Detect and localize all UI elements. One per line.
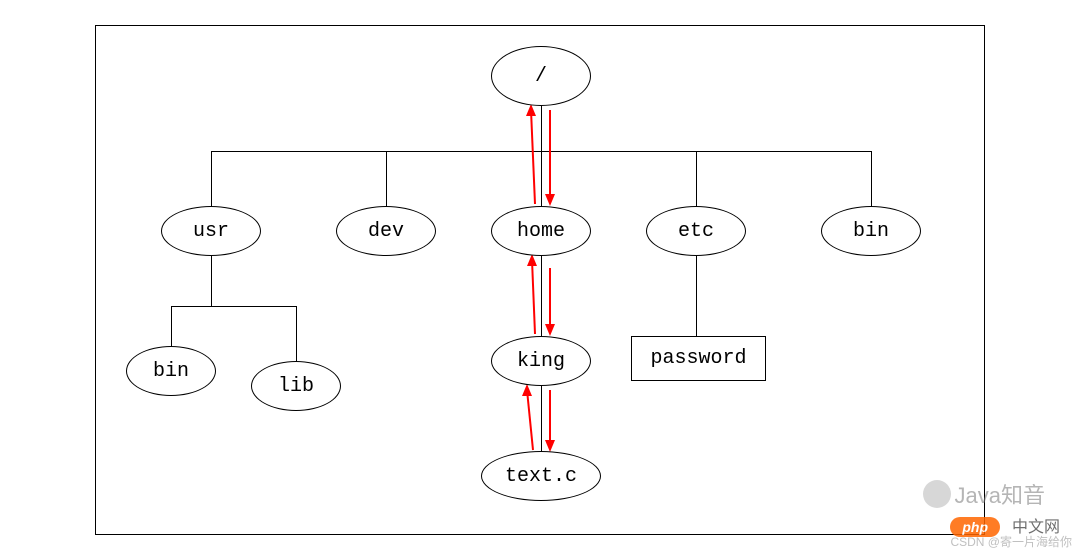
node-bin-usr: bin — [126, 346, 216, 396]
edge-king-textc — [541, 386, 542, 451]
node-home-label: home — [517, 220, 565, 243]
watermark-csdn: CSDN @寄一片海给你 — [950, 534, 1072, 551]
edge-usr-stem — [211, 256, 212, 306]
node-lib-label: lib — [278, 375, 314, 398]
diagram-frame: / usr dev home etc bin bin lib king text… — [95, 25, 985, 535]
node-bin-root-label: bin — [853, 220, 889, 243]
arrow-down-root-home — [544, 108, 558, 208]
edge-home-king — [541, 256, 542, 336]
wechat-icon — [923, 480, 951, 508]
edge-drop-bin — [871, 151, 872, 206]
edge-drop-dev — [386, 151, 387, 206]
node-root: / — [491, 46, 591, 106]
node-etc: etc — [646, 206, 746, 256]
node-usr: usr — [161, 206, 261, 256]
arrow-down-king-textc — [544, 388, 558, 454]
node-home: home — [491, 206, 591, 256]
node-dev-label: dev — [368, 220, 404, 243]
edge-drop-etc — [696, 151, 697, 206]
node-lib: lib — [251, 361, 341, 411]
arrow-up-king-textc — [521, 384, 537, 454]
node-usr-label: usr — [193, 220, 229, 243]
arrow-up-home-king — [526, 254, 540, 338]
watermark-java-text: Java知音 — [955, 478, 1045, 510]
arrow-up-root-home — [524, 104, 542, 208]
node-root-label: / — [535, 65, 547, 88]
node-password-label: password — [650, 347, 746, 370]
edge-drop-binusr — [171, 306, 172, 346]
node-etc-label: etc — [678, 220, 714, 243]
edge-drop-usr — [211, 151, 212, 206]
node-textc: text.c — [481, 451, 601, 501]
node-dev: dev — [336, 206, 436, 256]
edge-usr-bar — [171, 306, 296, 307]
node-textc-label: text.c — [505, 465, 577, 488]
node-bin-usr-label: bin — [153, 360, 189, 383]
node-king-label: king — [517, 350, 565, 373]
node-password: password — [631, 336, 766, 381]
node-bin-root: bin — [821, 206, 921, 256]
arrow-down-home-king — [544, 266, 558, 338]
edge-drop-lib — [296, 306, 297, 361]
watermark-java-logo: Java知音 — [923, 478, 1045, 510]
node-king: king — [491, 336, 591, 386]
edge-etc-password — [696, 256, 697, 336]
